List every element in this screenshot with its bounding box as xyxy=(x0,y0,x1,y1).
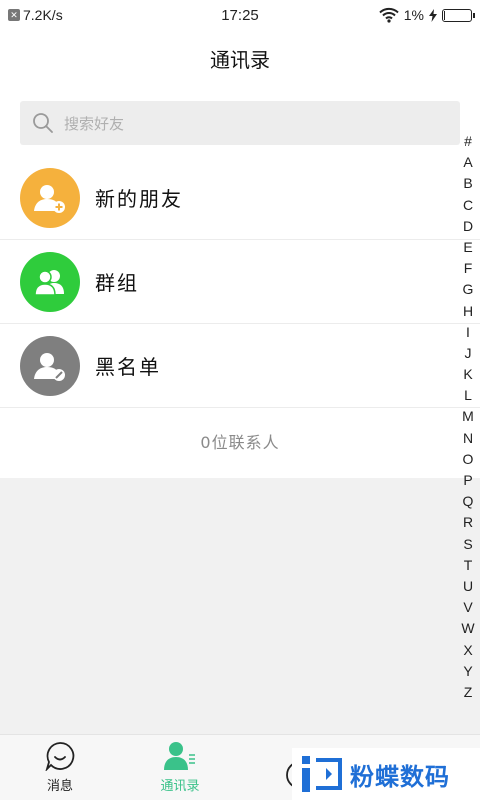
index-letter[interactable]: J xyxy=(461,343,475,364)
search-container: 搜索好友 xyxy=(0,90,480,156)
index-letter[interactable]: Z xyxy=(461,682,475,703)
list-item-new-friends[interactable]: 新的朋友 xyxy=(0,156,480,240)
net-speed: 7.2K/s xyxy=(23,7,63,23)
index-letter[interactable]: # xyxy=(461,131,475,152)
blacklist-icon xyxy=(20,335,80,396)
index-letter[interactable]: T xyxy=(461,555,475,576)
search-input[interactable]: 搜索好友 xyxy=(20,101,460,145)
search-placeholder: 搜索好友 xyxy=(64,114,125,133)
battery-percent: 1% xyxy=(403,7,424,23)
index-letter[interactable]: Q xyxy=(461,491,475,512)
index-letter[interactable]: D xyxy=(461,216,475,237)
contacts-list: 新的朋友 群组 黑名单 0位联系人 xyxy=(0,156,480,478)
list-item-label: 黑名单 xyxy=(95,355,161,379)
add-friend-icon xyxy=(20,167,80,228)
index-letter[interactable]: W xyxy=(461,618,475,639)
status-left: ✕ 7.2K/s xyxy=(8,7,168,23)
list-item-label: 新的朋友 xyxy=(95,187,183,211)
status-bar: ✕ 7.2K/s 17:25 1% xyxy=(0,0,480,30)
list-item-label: 群组 xyxy=(95,271,139,295)
contacts-icon xyxy=(164,742,195,770)
index-letter[interactable]: X xyxy=(461,640,475,661)
index-letter[interactable]: N xyxy=(461,428,475,449)
index-letter[interactable]: L xyxy=(461,385,475,406)
index-letter[interactable]: R xyxy=(461,512,475,533)
list-item-groups[interactable]: 群组 xyxy=(0,240,480,324)
index-letter[interactable]: S xyxy=(461,534,475,555)
watermark-text: 粉蝶数码 xyxy=(350,762,450,791)
index-letter[interactable]: C xyxy=(461,195,475,216)
tab-label: 通讯录 xyxy=(160,779,200,794)
index-letter[interactable]: V xyxy=(461,597,475,618)
charging-icon xyxy=(429,8,437,22)
watermark-logo-icon xyxy=(302,756,342,792)
index-letter[interactable]: B xyxy=(461,173,475,194)
index-letter[interactable]: K xyxy=(461,364,475,385)
tab-label: 消息 xyxy=(46,779,73,794)
wifi-icon xyxy=(379,7,399,23)
alphabet-index[interactable]: # A B C D E F G H I J K L M N O P Q R S T U V W X Y Z xyxy=(461,131,475,703)
notification-icon: ✕ xyxy=(8,9,20,21)
index-letter[interactable]: H xyxy=(461,301,475,322)
index-letter[interactable]: M xyxy=(461,406,475,427)
battery-icon xyxy=(442,8,475,22)
page-title: 通讯录 xyxy=(0,30,480,90)
index-letter[interactable]: I xyxy=(461,322,475,343)
index-letter[interactable]: Y xyxy=(461,661,475,682)
group-icon xyxy=(20,251,80,312)
message-icon xyxy=(45,742,75,771)
index-letter[interactable]: U xyxy=(461,576,475,597)
tab-messages[interactable]: 消息 xyxy=(0,735,120,800)
contact-count: 0位联系人 xyxy=(200,433,280,452)
tab-contacts[interactable]: 通讯录 xyxy=(120,735,240,800)
index-letter[interactable]: O xyxy=(461,449,475,470)
index-letter[interactable]: P xyxy=(461,470,475,491)
index-letter[interactable]: F xyxy=(461,258,475,279)
status-right: 1% xyxy=(312,7,475,23)
watermark: 粉蝶数码 xyxy=(292,748,480,800)
index-letter[interactable]: E xyxy=(461,237,475,258)
search-icon xyxy=(33,113,53,133)
index-letter[interactable]: G xyxy=(461,279,475,300)
list-item-blacklist[interactable]: 黑名单 xyxy=(0,324,480,408)
index-letter[interactable]: A xyxy=(461,152,475,173)
status-time: 17:25 xyxy=(221,6,259,24)
